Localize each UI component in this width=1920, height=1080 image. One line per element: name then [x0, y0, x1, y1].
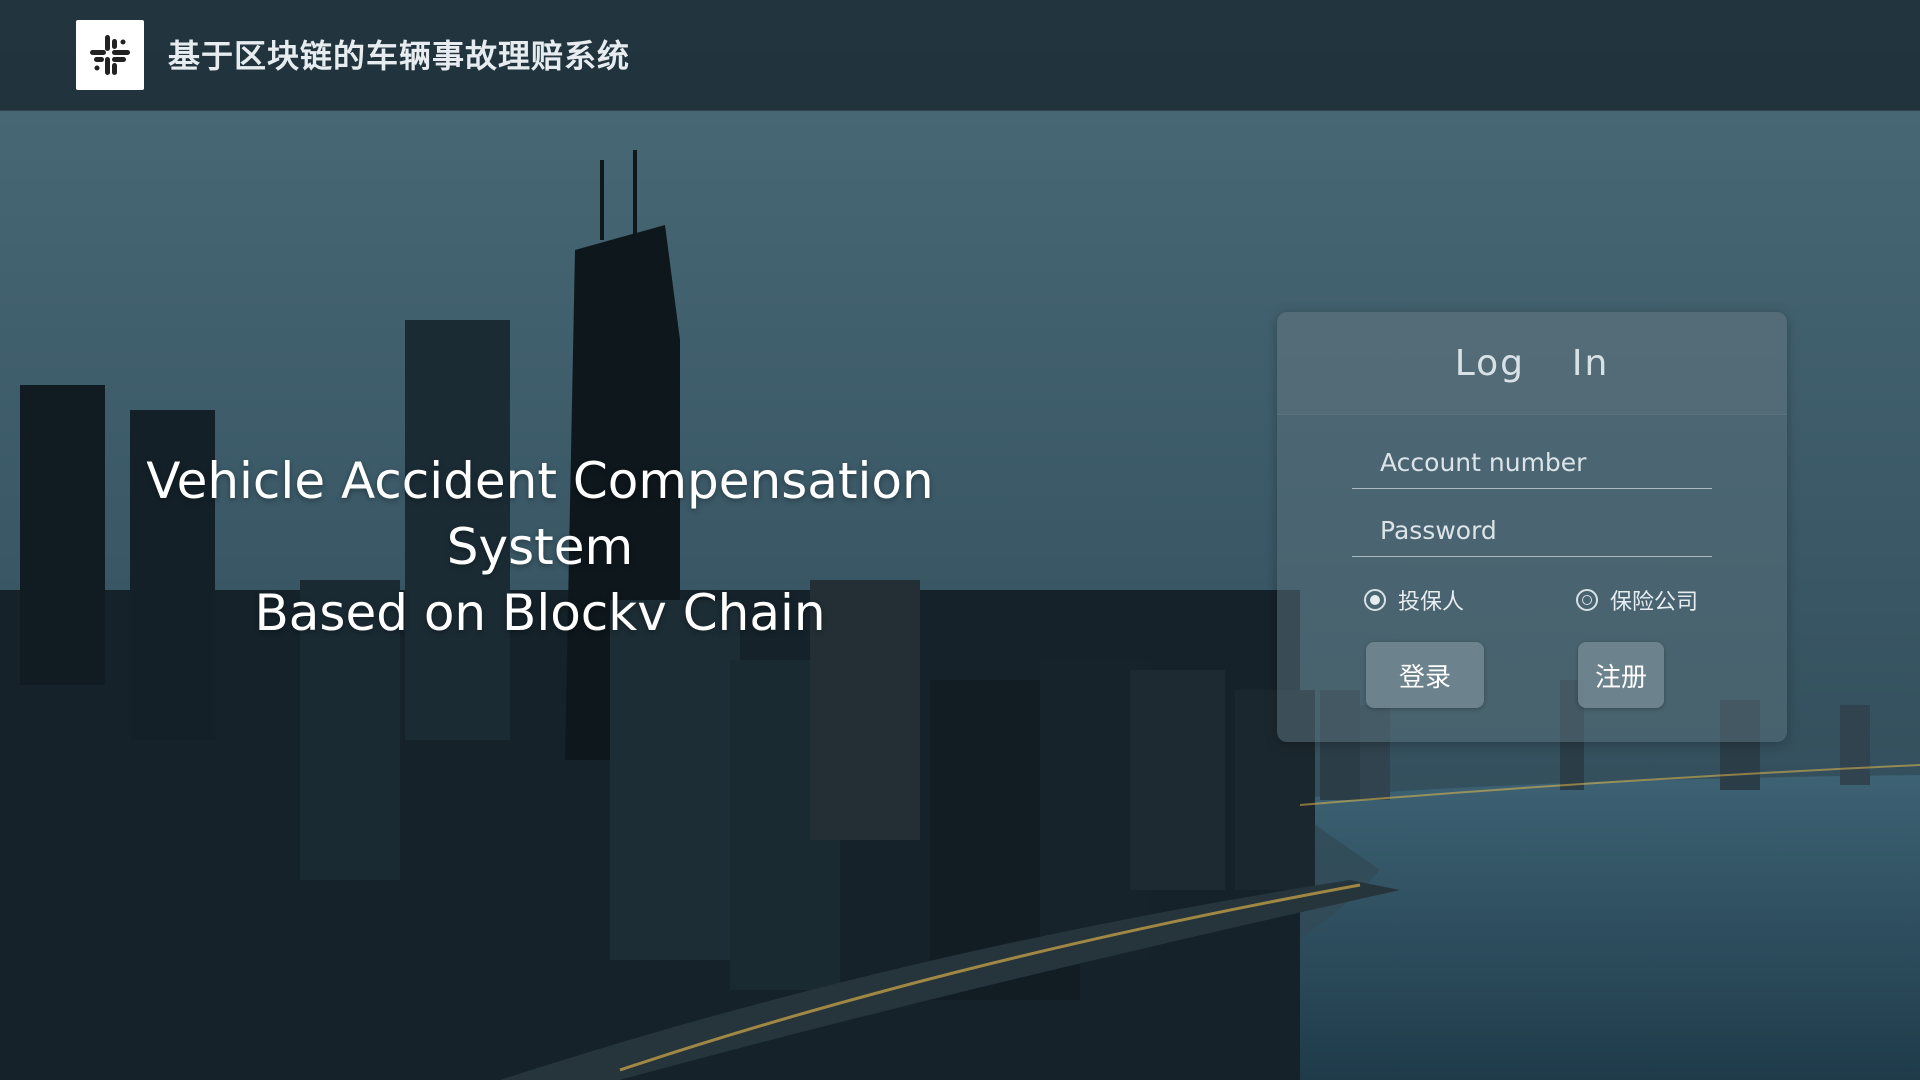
app-logo: [76, 20, 144, 90]
role-label-insurance-company: 保险公司: [1610, 590, 1699, 615]
radio-checked-icon: [1364, 589, 1386, 611]
top-header-bar: 基于区块链的车辆事故理赔系统: [0, 0, 1920, 111]
login-button[interactable]: 登录: [1366, 642, 1484, 708]
account-field: [1352, 436, 1712, 489]
login-page: 基于区块链的车辆事故理赔系统 Vehicle Accident Compensa…: [0, 0, 1920, 1080]
password-field: [1352, 504, 1712, 557]
role-radio-insurance-company[interactable]: 保险公司: [1576, 584, 1698, 616]
role-radio-insured[interactable]: 投保人: [1364, 584, 1464, 616]
register-button[interactable]: 注册: [1578, 642, 1664, 708]
login-card-header: Log In: [1277, 312, 1787, 415]
system-title: 基于区块链的车辆事故理赔系统: [168, 37, 631, 75]
role-label-insured: 投保人: [1398, 590, 1465, 615]
account-input[interactable]: [1352, 436, 1712, 488]
hero-title: Vehicle Accident Compensation System Bas…: [60, 448, 1020, 646]
password-input[interactable]: [1352, 504, 1712, 556]
hero-title-line2: Based on Blockv Chain: [254, 584, 826, 642]
login-title: Log In: [1454, 342, 1610, 384]
radio-unchecked-icon: [1576, 589, 1598, 611]
slack-like-hash-logo-icon: [90, 35, 130, 75]
hero-title-line1: Vehicle Accident Compensation System: [146, 452, 934, 576]
